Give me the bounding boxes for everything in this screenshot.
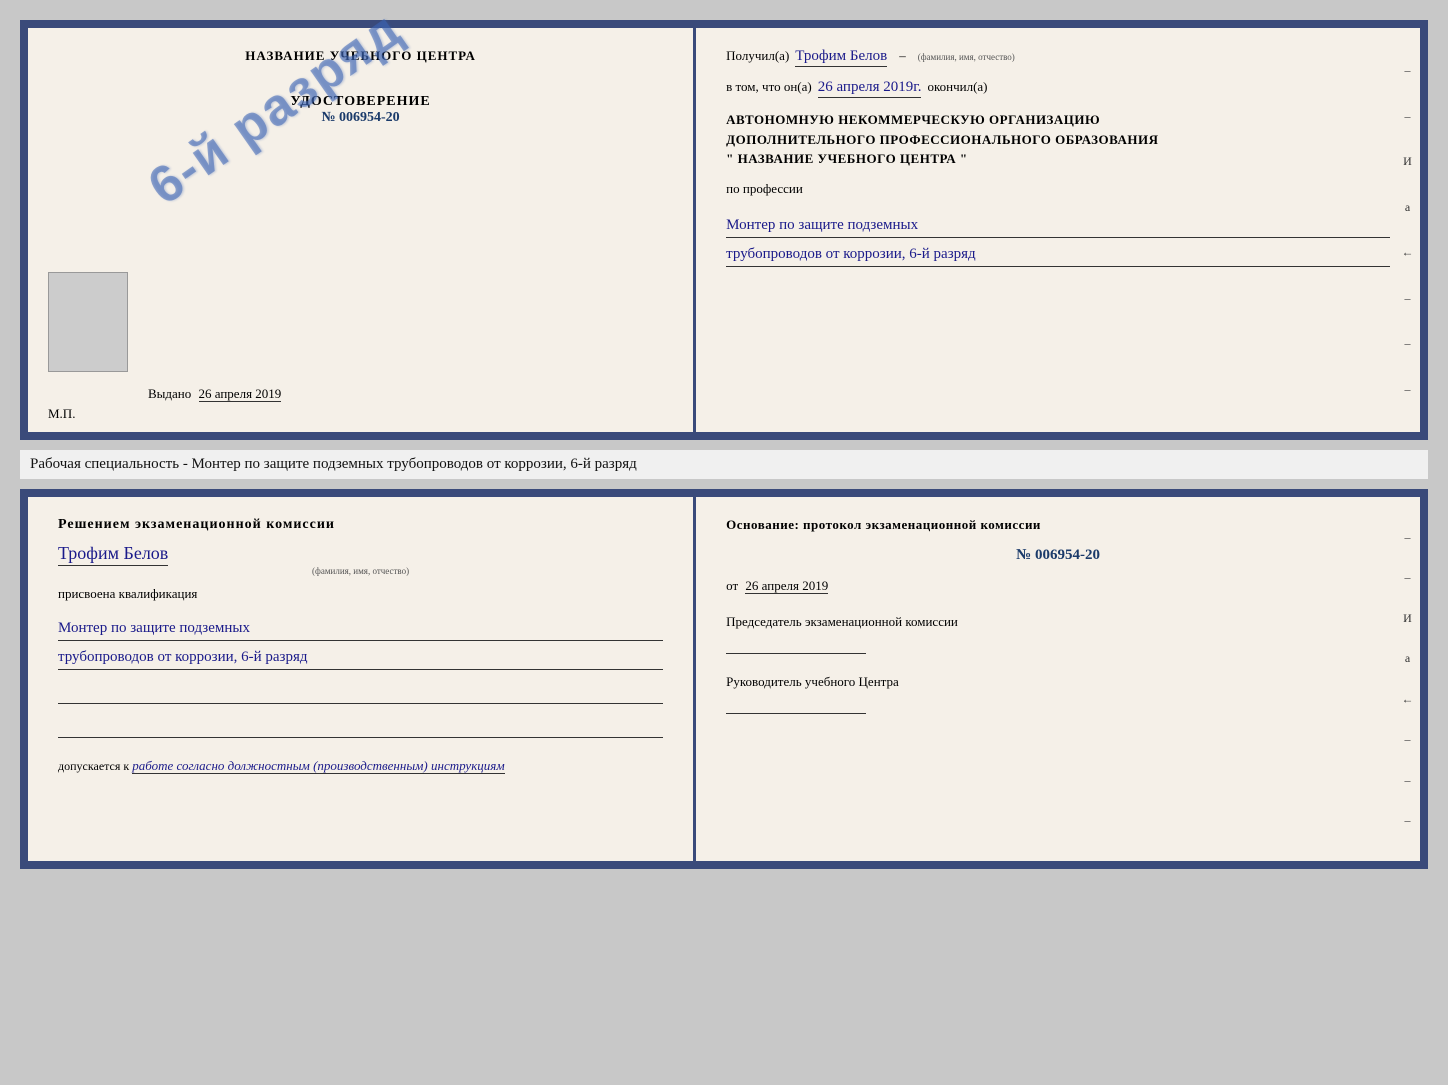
date-vtom: 26 апреля 2019г. bbox=[818, 79, 922, 98]
predsedatel-signature bbox=[726, 634, 866, 654]
bottom-right-edge-marks: – – И а ← – – – bbox=[1400, 517, 1415, 841]
predsedatel-block: Председатель экзаменационной комиссии bbox=[726, 614, 1390, 654]
person-name-block-bottom: Трофим Белов (фамилия, имя, отчество) bbox=[58, 543, 663, 576]
bottom-certificate: Решением экзаменационной комиссии Трофим… bbox=[20, 489, 1428, 869]
ot-line: от 26 апреля 2019 bbox=[726, 578, 1390, 594]
school-name-top: НАЗВАНИЕ УЧЕБНОГО ЦЕНТРА bbox=[245, 48, 476, 64]
profession-block: Монтер по защите подземных трубопроводов… bbox=[726, 209, 1390, 267]
page-wrapper: НАЗВАНИЕ УЧЕБНОГО ЦЕНТРА УДОСТОВЕРЕНИЕ №… bbox=[20, 20, 1428, 869]
prisvoena-text: присвоена квалификация bbox=[58, 586, 663, 602]
blank-line-1 bbox=[58, 686, 663, 704]
rukovoditel-signature bbox=[726, 694, 866, 714]
bottom-cert-right: Основание: протокол экзаменационной коми… bbox=[696, 497, 1420, 861]
top-cert-left: НАЗВАНИЕ УЧЕБНОГО ЦЕНТРА УДОСТОВЕРЕНИЕ №… bbox=[28, 28, 696, 432]
resheniem-title: Решением экзаменационной комиссии bbox=[58, 517, 663, 533]
dopuskaetsya-block: допускается к работе согласно должностны… bbox=[58, 758, 663, 774]
top-certificate: НАЗВАНИЕ УЧЕБНОГО ЦЕНТРА УДОСТОВЕРЕНИЕ №… bbox=[20, 20, 1428, 440]
udostoverenie-num: № 006954-20 bbox=[290, 110, 430, 126]
vydano-line: Выдано 26 апреля 2019 bbox=[148, 386, 281, 402]
rukovoditel-block: Руководитель учебного Центра bbox=[726, 674, 1390, 714]
qualification-block: Монтер по защите подземных трубопроводов… bbox=[58, 612, 663, 670]
mp-label: М.П. bbox=[48, 406, 75, 422]
photo-placeholder bbox=[48, 272, 128, 372]
org-block: АВТОНОМНУЮ НЕКОММЕРЧЕСКУЮ ОРГАНИЗАЦИЮ ДО… bbox=[726, 110, 1390, 169]
udostoverenie-title: УДОСТОВЕРЕНИЕ bbox=[290, 94, 430, 110]
bottom-cert-left: Решением экзаменационной комиссии Трофим… bbox=[28, 497, 696, 861]
person-name-bottom: Трофим Белов bbox=[58, 543, 168, 566]
po-professii-label: по профессии bbox=[726, 181, 1390, 197]
ot-date: 26 апреля 2019 bbox=[745, 578, 828, 594]
right-edge-marks: – – И а ← – – – bbox=[1400, 48, 1415, 412]
protocol-num: № 006954-20 bbox=[726, 547, 1390, 564]
specialty-line: Рабочая специальность - Монтер по защите… bbox=[20, 450, 1428, 479]
dopuskaetsya-value: работе согласно должностным (производств… bbox=[132, 758, 504, 774]
person-name-top: Трофим Белов bbox=[795, 48, 887, 67]
blank-line-2 bbox=[58, 720, 663, 738]
osnovanie-block: Основание: протокол экзаменационной коми… bbox=[726, 517, 1390, 533]
top-cert-right: Получил(а) Трофим Белов – (фамилия, имя,… bbox=[696, 28, 1420, 432]
vtom-line: в том, что он(а) 26 апреля 2019г. окончи… bbox=[726, 79, 1390, 98]
poluchil-line: Получил(а) Трофим Белов – (фамилия, имя,… bbox=[726, 48, 1390, 67]
udostoverenie-block: УДОСТОВЕРЕНИЕ № 006954-20 bbox=[290, 94, 430, 126]
